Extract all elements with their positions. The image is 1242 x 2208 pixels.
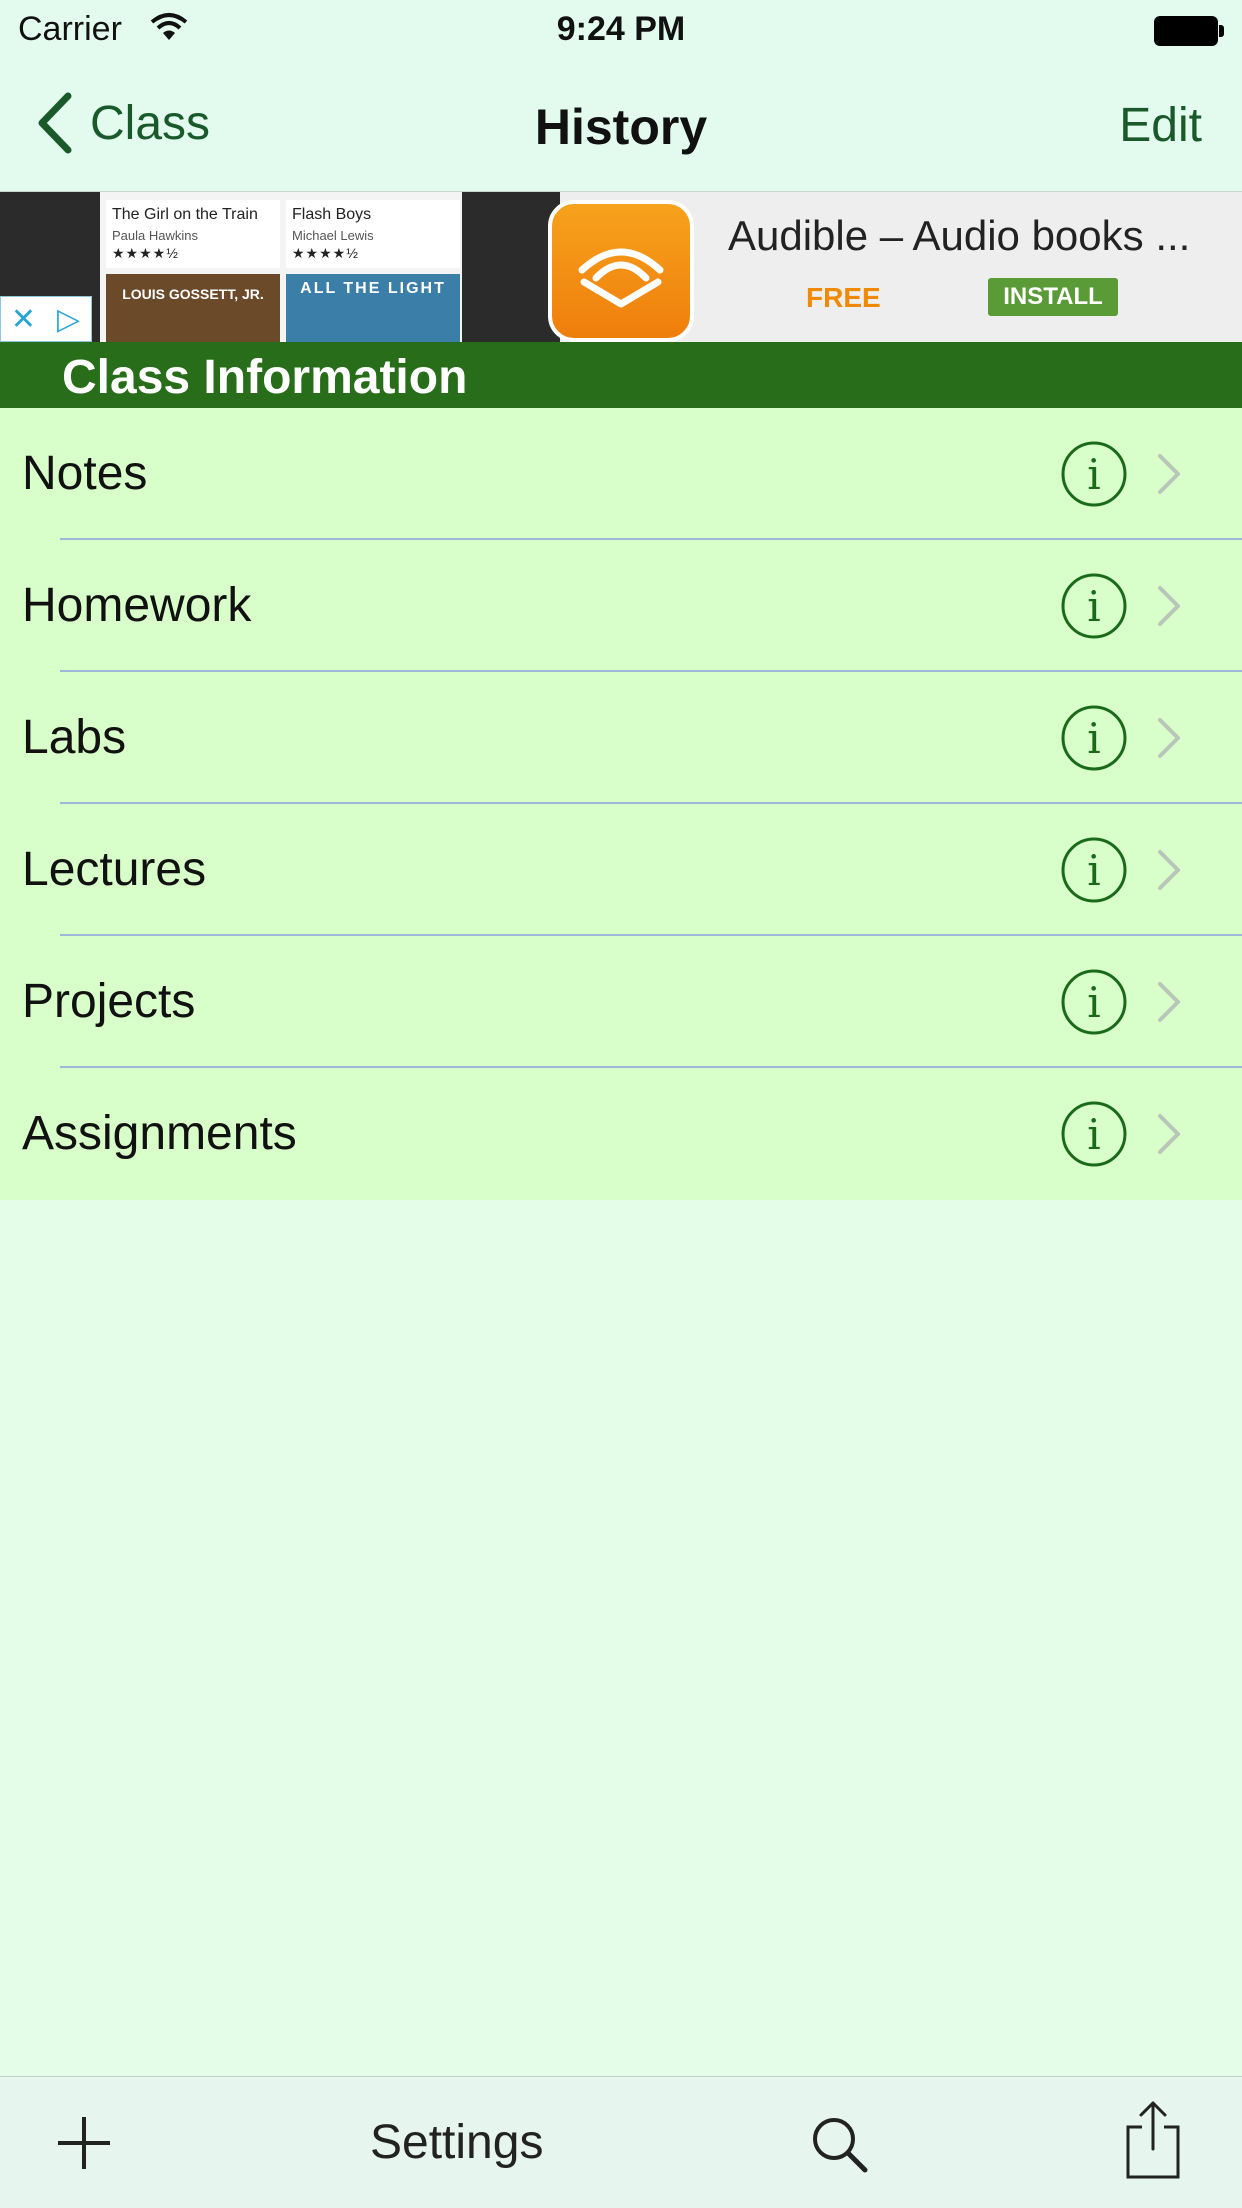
ad-price: FREE: [806, 282, 881, 313]
info-icon[interactable]: i: [1060, 572, 1128, 640]
ad-app-title: Audible – Audio books ...: [728, 212, 1191, 259]
ad-book-stars: ★★★★½: [292, 245, 359, 261]
chevron-right-icon: [1158, 718, 1180, 758]
plus-icon[interactable]: [56, 2115, 112, 2171]
list-item-homework[interactable]: Homework i: [0, 540, 1242, 672]
status-bar: Carrier 9:24 PM: [0, 0, 1242, 60]
ad-choices-icon[interactable]: ▷: [46, 297, 91, 341]
chevron-right-icon: [1158, 982, 1180, 1022]
edit-button[interactable]: Edit: [1119, 98, 1202, 153]
settings-button[interactable]: Settings: [370, 2115, 543, 2170]
info-icon[interactable]: i: [1060, 836, 1128, 904]
chevron-right-icon: [1158, 454, 1180, 494]
status-time: 9:24 PM: [556, 10, 686, 48]
chevron-left-icon: [38, 92, 72, 154]
list-item-label: Lectures: [22, 843, 207, 896]
ad-book-stars: ★★★★½: [112, 245, 179, 261]
class-info-list: Notes i Homework i Labs i Lectures i Pro…: [0, 408, 1242, 1200]
ad-book-author: Paula Hawkins: [112, 228, 198, 243]
audible-app-icon: [548, 200, 694, 342]
svg-text:i: i: [1087, 582, 1100, 631]
search-icon[interactable]: [810, 2115, 868, 2173]
svg-text:i: i: [1087, 978, 1100, 1027]
bottom-toolbar: Settings: [0, 2076, 1242, 2208]
ad-book-cover: ALL THE LIGHT: [286, 274, 460, 342]
battery-icon: [1154, 16, 1224, 46]
chevron-right-icon: [1158, 586, 1180, 626]
ad-book-card: Flash Boys Michael Lewis ★★★★½: [286, 200, 460, 268]
ad-banner[interactable]: The Girl on the Train Paula Hawkins ★★★★…: [0, 192, 1242, 342]
close-icon[interactable]: ✕: [1, 297, 46, 341]
section-title: Class Information: [62, 351, 468, 404]
list-item-label: Projects: [22, 975, 196, 1028]
chevron-right-icon: [1158, 1114, 1180, 1154]
info-icon[interactable]: i: [1060, 704, 1128, 772]
ad-book-title: Flash Boys: [292, 206, 372, 223]
ad-book-cover: LOUIS GOSSETT, JR.: [106, 274, 280, 342]
list-item-assignments[interactable]: Assignments i: [0, 1068, 1242, 1200]
ad-book-title: The Girl on the Train: [112, 206, 258, 223]
chevron-right-icon: [1158, 850, 1180, 890]
svg-text:i: i: [1087, 1110, 1100, 1159]
list-item-label: Labs: [22, 711, 127, 764]
svg-text:i: i: [1087, 714, 1100, 763]
back-button[interactable]: Class: [34, 90, 210, 156]
ad-book-author: Michael Lewis: [292, 228, 374, 243]
list-item-label: Homework: [22, 579, 252, 632]
list-item-notes[interactable]: Notes i: [0, 408, 1242, 540]
ad-choices[interactable]: ✕ ▷: [0, 296, 92, 342]
section-header: Class Information: [0, 342, 1242, 408]
list-item-lectures[interactable]: Lectures i: [0, 804, 1242, 936]
info-icon[interactable]: i: [1060, 1100, 1128, 1168]
list-item-projects[interactable]: Projects i: [0, 936, 1242, 1068]
list-item-label: Notes: [22, 447, 148, 500]
list-item-label: Assignments: [22, 1107, 297, 1160]
ad-book-card: The Girl on the Train Paula Hawkins ★★★★…: [106, 200, 280, 268]
back-label: Class: [90, 96, 211, 150]
share-icon[interactable]: [1124, 2099, 1182, 2181]
list-item-labs[interactable]: Labs i: [0, 672, 1242, 804]
install-button[interactable]: INSTALL: [988, 278, 1118, 316]
svg-text:i: i: [1087, 846, 1100, 895]
navigation-bar: Class History Edit: [0, 60, 1242, 192]
svg-text:i: i: [1087, 450, 1100, 499]
info-icon[interactable]: i: [1060, 968, 1128, 1036]
info-icon[interactable]: i: [1060, 440, 1128, 508]
ad-phone-screenshot: The Girl on the Train Paula Hawkins ★★★★…: [100, 192, 462, 342]
